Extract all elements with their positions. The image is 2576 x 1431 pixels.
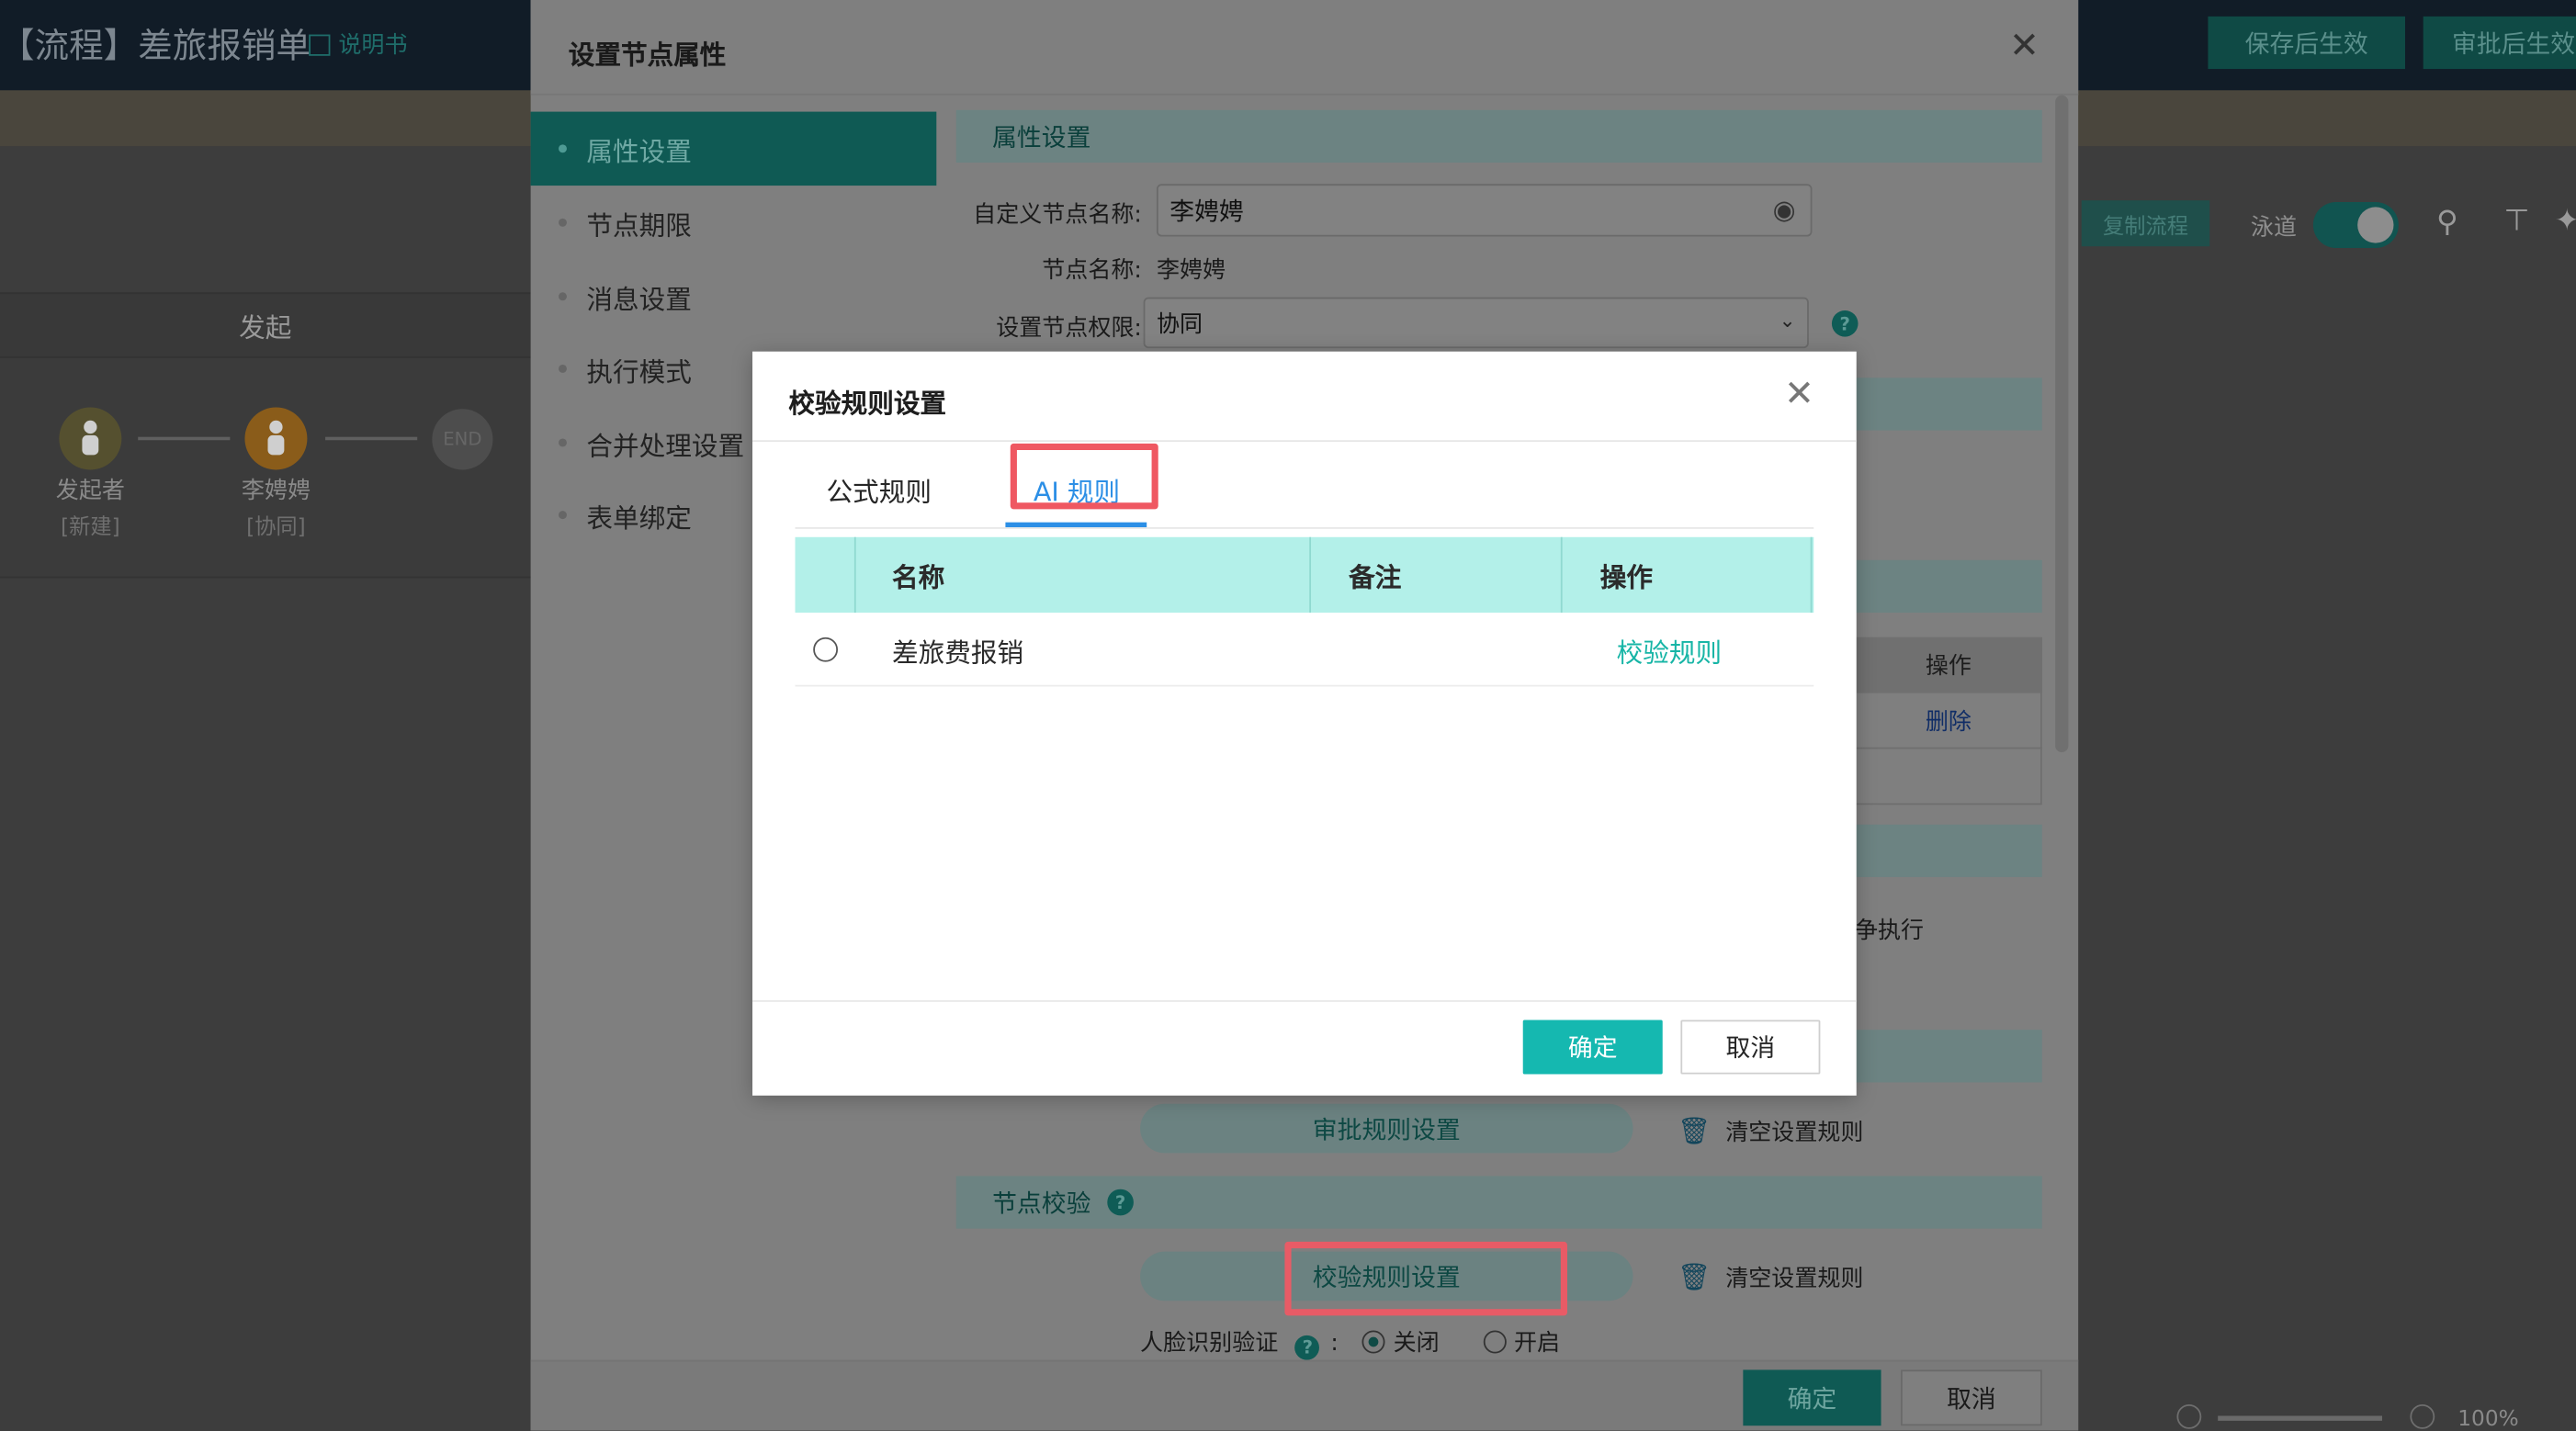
person-icon [84,420,97,434]
custom-name-input[interactable]: 李娉娉 ◉ [1156,184,1813,237]
lane-header: 发起 [0,292,531,358]
verify-rule-link[interactable]: 校验规则 [1617,613,1722,686]
bg-table-op-header: 操作 [1854,637,2042,693]
permission-label: 设置节点权限: [996,315,1142,342]
help-icon[interactable]: ? [1107,1189,1134,1216]
dialog-header [530,0,2079,96]
active-tab-indicator [1005,522,1147,528]
node-type: [新建] [61,515,120,541]
dialog-footer: 确定 取消 [530,1359,2079,1431]
approve-effective-button[interactable]: 审批后生效 [2423,16,2576,70]
face-verify-row: 人脸识别验证 ? : 关闭 开启 [1140,1330,1561,1360]
manual-link[interactable]: 说明书 [309,28,407,61]
initiator-node[interactable] [59,407,122,470]
node-dialog-cancel-button[interactable]: 取消 [1901,1369,2042,1426]
node-type: [协同] [246,515,306,541]
trash-icon: 🗑 [1677,1261,1712,1293]
person-icon [269,420,283,434]
delete-link[interactable]: 删除 [1854,693,2042,749]
verify-rule-dialog: 校验规则设置 ✕ 公式规则 AI 规则 名称 备注 操作 差旅费报销 校验规则 [752,351,1857,1096]
zoom-out-icon[interactable] [2176,1403,2202,1429]
end-node[interactable]: END [432,409,493,470]
copy-flow-button[interactable]: 复制流程 [2081,200,2210,247]
book-icon [309,34,331,56]
row-select-radio[interactable] [813,613,839,686]
permission-select[interactable]: 协同 ⌄ [1143,297,1809,349]
face-on-radio[interactable]: 开启 [1482,1330,1560,1357]
node-label: 发起者 [55,478,125,504]
rule-dialog-cancel-button[interactable]: 取消 [1680,1020,1821,1075]
table-row[interactable]: 差旅费报销 校验规则 [795,613,1814,687]
tab-formula-rule[interactable]: 公式规则 [826,469,931,509]
flow-link [325,436,418,441]
column-header-name: 名称 [892,561,945,593]
section-verify: 节点校验 ? [955,1176,2042,1229]
zoom-in-icon[interactable] [2410,1403,2435,1429]
node-name-value: 李娉娉 [1156,257,1226,285]
close-icon[interactable]: ✕ [1784,377,1814,413]
clear-rule-button[interactable]: 🗑 清空设置规则 [1678,1261,1864,1294]
save-effective-button[interactable]: 保存后生效 [2208,16,2406,70]
approve-rule-button[interactable]: 审批规则设置 [1140,1103,1633,1154]
custom-name-label: 自定义节点名称: [973,201,1142,229]
face-off-radio[interactable]: 关闭 [1361,1330,1440,1357]
exec-mode-fragment: 争执行 [1854,918,1925,945]
lane-toggle[interactable] [2312,201,2399,249]
globe-icon[interactable]: ◉ [1773,194,1796,225]
node-label: 李娉娉 [241,478,311,504]
column-header-remark: 备注 [1349,561,1402,593]
layout-icon[interactable]: ⊤ [2503,204,2529,239]
sidebar-item-property[interactable]: 属性设置 [530,111,937,186]
tools-icon[interactable]: ✦ [2555,204,2576,239]
dialog-title: 校验规则设置 [788,388,947,420]
clear-rule-button[interactable]: 🗑 清空设置规则 [1678,1115,1864,1148]
approver-node[interactable] [244,407,308,470]
close-icon[interactable]: ✕ [2009,28,2039,65]
search-icon[interactable]: ⚲ [2436,206,2458,241]
chevron-down-icon: ⌄ [1779,309,1796,332]
flow-link [138,436,231,441]
lane-toggle-label: 泳道 [2250,215,2297,242]
trash-icon: 🗑 [1677,1115,1712,1147]
node-name-label: 节点名称: [1042,257,1142,285]
app-title: 【流程】差旅报销单 [0,26,311,66]
help-icon[interactable]: ? [1831,310,1859,337]
column-header-op: 操作 [1599,561,1654,593]
highlight-frame [1010,443,1158,510]
dialog-title: 设置节点属性 [568,39,727,71]
rule-dialog-ok-button[interactable]: 确定 [1522,1020,1663,1075]
table-header: 名称 备注 操作 [795,536,1814,614]
zoom-level: 100% [2457,1407,2519,1431]
section-property: 属性设置 [955,109,2042,163]
highlight-frame [1284,1241,1568,1316]
zoom-slider[interactable] [2218,1415,2382,1421]
rule-name: 差旅费报销 [892,636,1024,668]
help-icon[interactable]: ? [1294,1335,1320,1360]
node-dialog-ok-button[interactable]: 确定 [1743,1369,1881,1426]
rule-table: 名称 备注 操作 差旅费报销 校验规则 [795,536,1814,687]
dialog-scrollbar[interactable] [2055,95,2069,753]
sidebar-item-deadline[interactable]: 节点期限 [531,186,937,259]
sidebar-item-message[interactable]: 消息设置 [531,260,937,333]
